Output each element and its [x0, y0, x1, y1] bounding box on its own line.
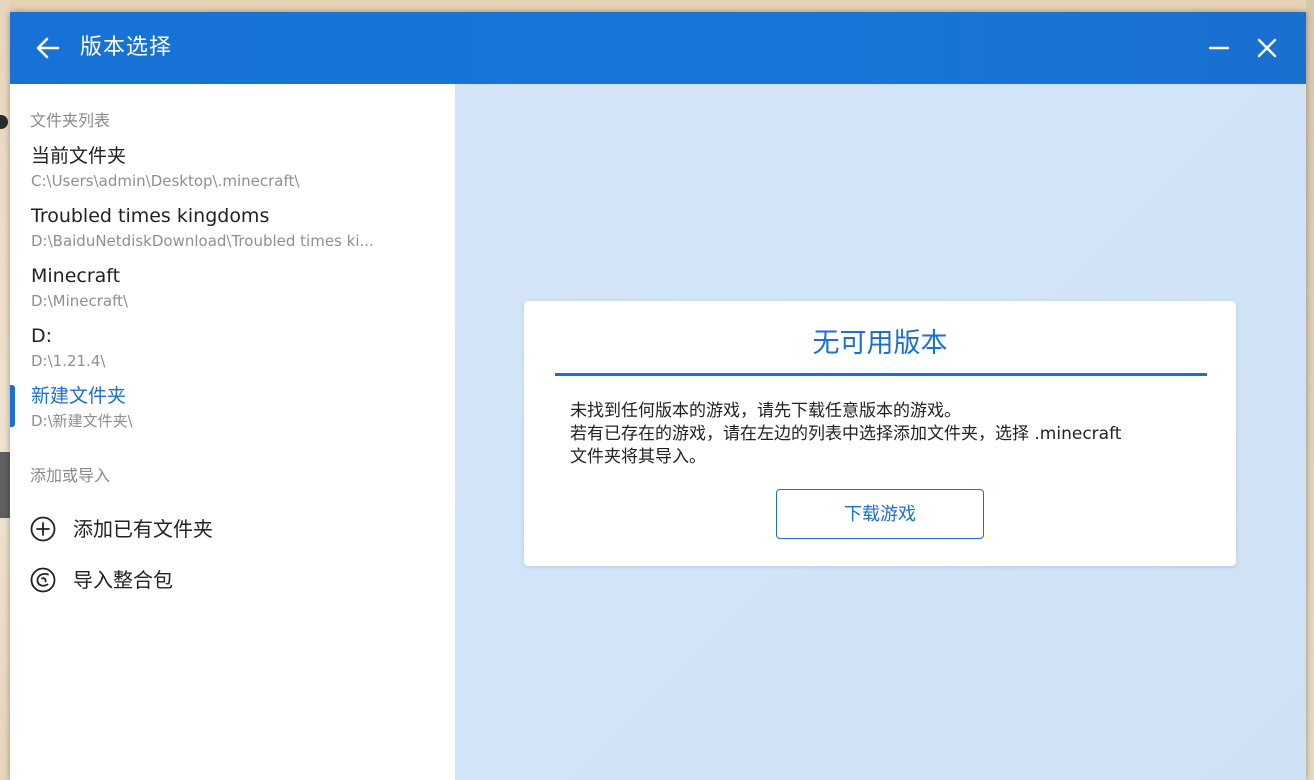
- folder-name: Minecraft: [31, 265, 121, 287]
- card-message: 未找到任何版本的游戏，请先下载任意版本的游戏。 若有已存在的游戏，请在左边的列表…: [570, 400, 1210, 469]
- folder-name: 新建文件夹: [31, 385, 127, 407]
- folder-list-heading: 文件夹列表: [30, 111, 111, 130]
- minimize-button[interactable]: [1203, 32, 1235, 64]
- desktop-fragment: [0, 452, 10, 518]
- arrow-left-icon: [36, 37, 60, 59]
- window-title: 版本选择: [80, 35, 173, 60]
- folder-path: D:\1.21.4\: [31, 352, 106, 370]
- close-icon: [1257, 38, 1277, 58]
- import-package-icon: [30, 567, 56, 593]
- version-select-window: 版本选择 文件夹列表 当前文件夹 C:\Users\admin\Desktop\…: [10, 12, 1306, 780]
- action-label: 导入整合包: [73, 568, 173, 592]
- folder-item-current[interactable]: 当前文件夹 C:\Users\admin\Desktop\.minecraft\: [10, 143, 455, 201]
- folder-item-d[interactable]: D: D:\1.21.4\: [10, 323, 455, 381]
- desktop-background-top: [0, 0, 1314, 12]
- title-divider: [555, 373, 1207, 376]
- message-line: 文件夹将其导入。: [570, 447, 706, 467]
- folder-name: Troubled times kingdoms: [31, 205, 270, 227]
- message-line: 若有已存在的游戏，请在左边的列表中选择添加文件夹，选择 .minecraft: [570, 424, 1122, 444]
- minimize-icon: [1208, 46, 1230, 50]
- folder-path: D:\BaiduNetdiskDownload\Troubled times k…: [31, 232, 374, 250]
- message-line: 未找到任何版本的游戏，请先下载任意版本的游戏。: [570, 401, 961, 421]
- folder-path: D:\Minecraft\: [31, 292, 129, 310]
- add-circle-icon: [30, 516, 56, 542]
- desktop-background-left: [0, 0, 10, 780]
- no-version-card: 无可用版本 未找到任何版本的游戏，请先下载任意版本的游戏。 若有已存在的游戏，请…: [524, 301, 1236, 566]
- close-button[interactable]: [1251, 32, 1283, 64]
- sidebar: 文件夹列表 当前文件夹 C:\Users\admin\Desktop\.mine…: [10, 84, 455, 780]
- folder-path: C:\Users\admin\Desktop\.minecraft\: [31, 172, 300, 190]
- folder-item-minecraft[interactable]: Minecraft D:\Minecraft\: [10, 263, 455, 321]
- action-label: 添加已有文件夹: [73, 517, 213, 541]
- add-import-heading: 添加或导入: [30, 466, 111, 485]
- import-modpack-button[interactable]: 导入整合包: [10, 559, 455, 599]
- folder-path: D:\新建文件夹\: [31, 412, 133, 430]
- add-existing-folder-button[interactable]: 添加已有文件夹: [10, 508, 455, 548]
- folder-item-troubled-times[interactable]: Troubled times kingdoms D:\BaiduNetdiskD…: [10, 203, 455, 261]
- card-title: 无可用版本: [812, 328, 948, 359]
- folder-name: D:: [31, 325, 53, 347]
- main-content: 无可用版本 未找到任何版本的游戏，请先下载任意版本的游戏。 若有已存在的游戏，请…: [455, 84, 1306, 780]
- selection-indicator: [10, 385, 15, 427]
- desktop-background-right: [1306, 0, 1314, 780]
- back-button[interactable]: [32, 32, 64, 64]
- title-bar: 版本选择: [10, 12, 1306, 84]
- desktop-fragment: [0, 115, 8, 129]
- folder-name: 当前文件夹: [31, 145, 127, 167]
- download-game-button[interactable]: 下载游戏: [776, 489, 984, 539]
- folder-item-new-folder[interactable]: 新建文件夹 D:\新建文件夹\: [10, 383, 455, 441]
